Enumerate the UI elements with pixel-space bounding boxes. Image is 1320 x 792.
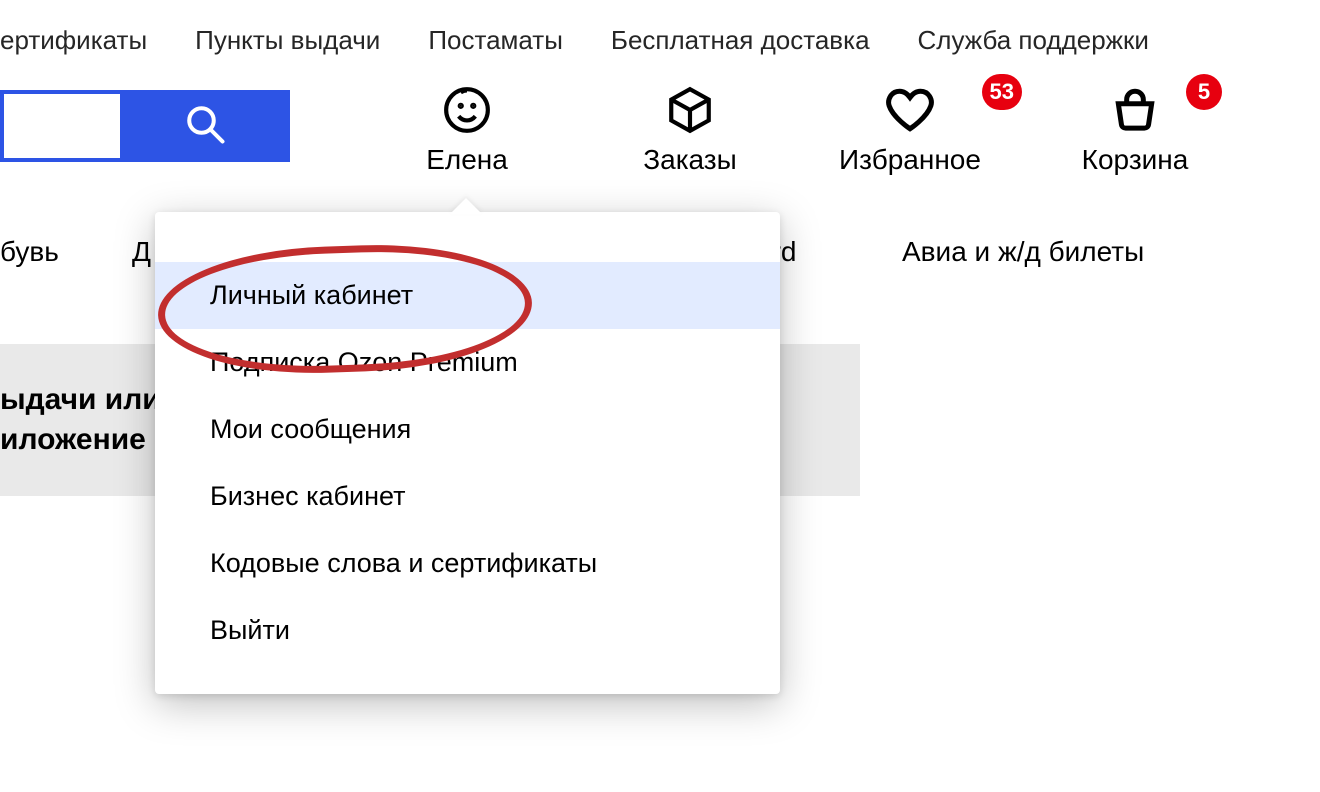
box-icon <box>665 82 715 138</box>
orders-link[interactable]: Заказы <box>610 82 770 176</box>
topnav-pickup-points[interactable]: Пункты выдачи <box>195 25 380 56</box>
dropdown-item-premium[interactable]: Подписка Ozon Premium <box>155 329 780 396</box>
topnav-lockers[interactable]: Постаматы <box>428 25 563 56</box>
category-travel-tickets[interactable]: Авиа и ж/д билеты <box>902 236 1144 268</box>
search-box <box>0 90 290 162</box>
basket-icon <box>1110 82 1160 138</box>
promo-line-1: ыдачи или <box>0 380 161 421</box>
cart-link[interactable]: 5 Корзина <box>1050 82 1220 176</box>
heart-icon <box>885 82 935 138</box>
dropdown-list: Личный кабинет Подписка Ozon Premium Мои… <box>155 212 780 694</box>
top-nav: ертификаты Пункты выдачи Постаматы Беспл… <box>0 20 1320 60</box>
topnav-certificates[interactable]: ертификаты <box>0 25 147 56</box>
topnav-free-delivery[interactable]: Бесплатная доставка <box>611 25 870 56</box>
promo-line-2: иложение <box>0 420 161 461</box>
cart-badge: 5 <box>1186 74 1222 110</box>
header-actions-orders: Заказы <box>610 82 770 176</box>
profile-label: Елена <box>426 144 508 176</box>
dropdown-item-account[interactable]: Личный кабинет <box>155 262 780 329</box>
search-icon <box>184 103 226 150</box>
header-actions: Елена <box>392 82 542 176</box>
favorites-link[interactable]: 53 Избранное <box>810 82 1010 176</box>
topnav-support[interactable]: Служба поддержки <box>918 25 1149 56</box>
orders-label: Заказы <box>643 144 737 176</box>
favorites-label: Избранное <box>839 144 981 176</box>
smiley-icon <box>442 82 492 138</box>
page-canvas: ертификаты Пункты выдачи Постаматы Беспл… <box>0 0 1320 792</box>
search-button[interactable] <box>120 90 290 162</box>
profile-menu-trigger[interactable]: Елена <box>392 82 542 176</box>
promo-banner-text: ыдачи или иложение <box>0 380 161 461</box>
header-actions-fav: 53 Избранное <box>810 82 1010 176</box>
dropdown-caret-icon <box>450 198 482 214</box>
dropdown-item-business[interactable]: Бизнес кабинет <box>155 463 780 530</box>
dropdown-item-messages[interactable]: Мои сообщения <box>155 396 780 463</box>
category-d[interactable]: Д <box>132 236 151 268</box>
header-actions-cart: 5 Корзина <box>1050 82 1220 176</box>
favorites-badge: 53 <box>982 74 1022 110</box>
category-shoes[interactable]: бувь <box>0 236 59 268</box>
dropdown-item-logout[interactable]: Выйти <box>155 597 780 664</box>
cart-label: Корзина <box>1082 144 1189 176</box>
search-input[interactable] <box>0 90 120 162</box>
dropdown-item-certificates[interactable]: Кодовые слова и сертификаты <box>155 530 780 597</box>
profile-dropdown: Личный кабинет Подписка Ozon Premium Мои… <box>155 212 780 694</box>
search-row <box>0 90 290 162</box>
